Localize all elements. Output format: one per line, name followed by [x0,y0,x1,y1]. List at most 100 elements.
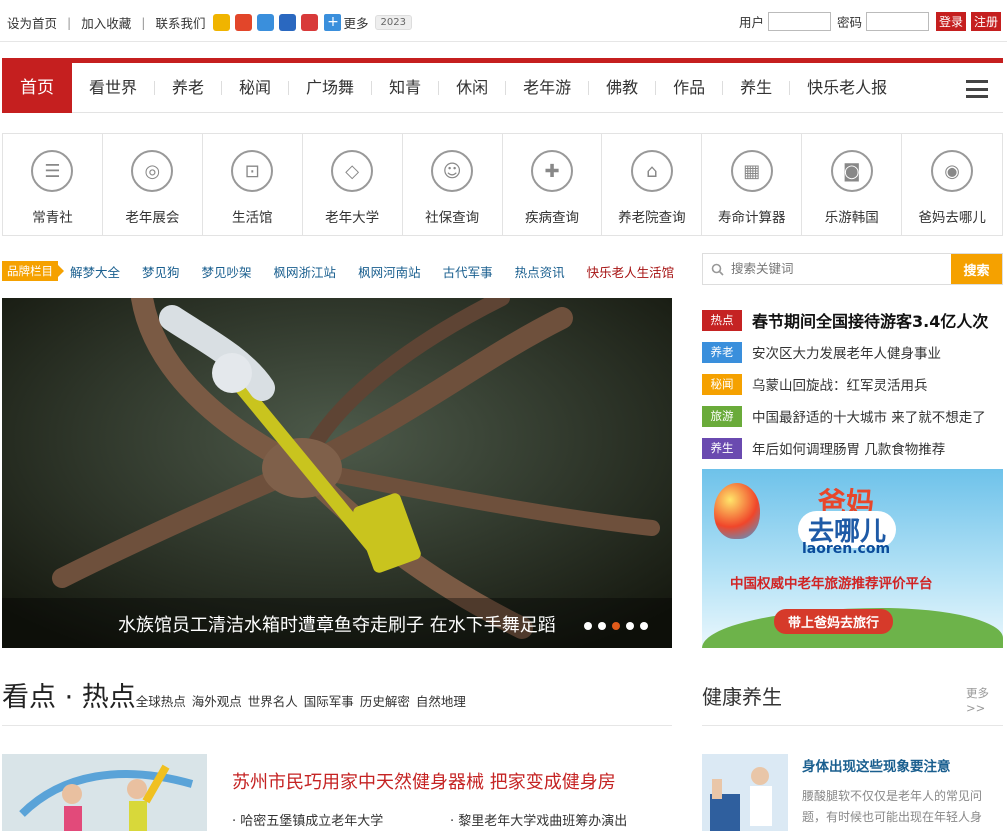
news-item[interactable]: 热点 春节期间全国接待游客3.4亿人次 [702,304,1003,336]
section-link[interactable]: 全球热点 [136,691,186,710]
renren-icon[interactable] [279,14,297,31]
service-cell[interactable]: ▦ 寿命计算器 [702,134,803,235]
service-cell[interactable]: ⌂ 养老院查询 [602,134,703,235]
health-section-title: 健康养生 [702,685,782,709]
brand-link[interactable]: 梦见狗 [142,262,180,281]
search-button[interactable]: 搜索 [951,254,1002,284]
service-label: 疾病查询 [524,210,579,226]
nav-item[interactable]: 休闲 [439,79,507,95]
service-cell[interactable]: ◎ 老年展会 [103,134,203,235]
nav-item[interactable]: 养生 [723,79,791,95]
brand-link[interactable]: 梦见吵架 [202,262,252,281]
login-button[interactable]: 登录 [935,12,966,31]
brand-link[interactable]: 古代军事 [443,262,493,281]
brand-link[interactable]: 枫网河南站 [358,262,421,281]
news-item[interactable]: 养生 年后如何调理肠胃 几款食物推荐 [702,432,1003,464]
ad-cta-button[interactable]: 带上爸妈去旅行 [774,609,894,634]
share-more-button[interactable]: + 更多 [324,13,369,32]
health-thumbnail[interactable] [702,754,788,831]
nav-item[interactable]: 老年游 [506,79,590,95]
nav-item[interactable]: 快乐老人报 [790,79,904,95]
service-cell[interactable]: ◉ 爸妈去哪儿 [902,134,1002,235]
feature-sub-link[interactable]: · 哈密五堡镇成立老年大学 [232,810,383,829]
news-title[interactable]: 安次区大力发展老年人健身事业 [752,342,941,362]
username-input[interactable] [767,12,831,31]
hamburger-menu-icon[interactable] [966,80,988,98]
password-input[interactable] [865,12,929,31]
service-cell[interactable]: ✚ 疾病查询 [503,134,603,235]
section-link[interactable]: 自然地理 [416,691,466,710]
service-label: 养老院查询 [618,210,686,226]
news-tag: 养老 [702,341,742,363]
ad-domain: laoren.com [802,541,891,557]
nav-item[interactable]: 佛教 [589,79,657,95]
slide-dot[interactable] [598,622,606,630]
nav-item[interactable]: 看世界 [72,79,156,95]
brand-link[interactable]: 枫网浙江站 [274,262,337,281]
news-title[interactable]: 年后如何调理肠胃 几款食物推荐 [752,438,945,458]
service-cell[interactable]: ⊡ 生活馆 [203,134,303,235]
camera-icon: ◙ [830,150,873,192]
slide-dot[interactable] [626,622,634,630]
featured-slideshow[interactable]: 水族馆员工清洁水箱时遭章鱼夺走刷子 在水下手舞足蹈 [2,298,672,648]
service-cell[interactable]: ☰ 常青社 [3,134,103,235]
set-homepage-link[interactable]: 设为首页 [7,13,57,32]
bookmark-link[interactable]: 加入收藏 [81,13,131,32]
nav-item[interactable]: 养老 [155,79,223,95]
service-cell[interactable]: ◇ 老年大学 [303,134,403,235]
slide-caption[interactable]: 水族馆员工清洁水箱时遭章鱼夺走刷子 在水下手舞足蹈 [118,611,556,637]
qzone-icon[interactable] [213,14,231,31]
brand-link[interactable]: 解梦大全 [70,262,120,281]
baidu-icon[interactable] [301,14,319,31]
balloon-icon [714,483,760,539]
service-icons-row: ☰ 常青社 ◎ 老年展会 ⊡ 生活馆 ◇ 老年大学 ☺ 社保查询 ✚ 疾病查询 ⌂ 养老院查询… [2,133,1003,236]
nav-item[interactable]: 秘闻 [222,79,290,95]
nav-item[interactable]: 作品 [656,79,724,95]
contact-link[interactable]: 联系我们 [155,13,205,32]
nav-item[interactable]: 广场舞 [289,79,373,95]
register-button[interactable]: 注册 [970,12,1001,31]
news-title[interactable]: 乌蒙山回旋战：红军灵活用兵 [752,374,928,394]
location-icon: ◉ [931,150,974,192]
nav-item[interactable]: 知青 [372,79,440,95]
news-title[interactable]: 中国最舒适的十大城市 来了就不想走了 [752,406,986,426]
hot-news-list: 热点 春节期间全国接待游客3.4亿人次 养老 安次区大力发展老年人健身事业 秘闻 乌蒙… [702,304,1003,464]
news-title[interactable]: 春节期间全国接待游客3.4亿人次 [752,308,988,332]
graduation-cap-icon: ◇ [331,150,374,192]
news-item[interactable]: 旅游 中国最舒适的十大城市 来了就不想走了 [702,400,1003,432]
share-more-label: 更多 [343,16,369,31]
section-link[interactable]: 海外观点 [192,691,242,710]
section-title: 看点 · 热点 [2,682,136,713]
section-link[interactable]: 历史解密 [360,691,410,710]
feature-thumbnail[interactable] [2,754,207,831]
slide-dot[interactable] [584,622,592,630]
search-input[interactable] [731,254,951,284]
service-label: 生活馆 [232,210,273,226]
news-tag: 秘闻 [702,373,742,395]
slide-pagination [584,622,648,630]
feature-headline[interactable]: 苏州市民巧用家中天然健身器械 把家变成健身房 [232,768,616,794]
weibo-icon[interactable] [235,14,253,31]
service-label: 常青社 [32,210,73,226]
news-item[interactable]: 秘闻 乌蒙山回旋战：红军灵活用兵 [702,368,1003,400]
brand-link[interactable]: 快乐老人生活馆 [587,262,675,281]
health-item-title[interactable]: 身体出现这些现象要注意 [802,755,951,775]
feature-sub-link[interactable]: · 黎里老年大学戏曲班筹办演出 [450,810,627,829]
tencent-weibo-icon[interactable] [257,14,275,31]
brand-link[interactable]: 热点资讯 [515,262,565,281]
health-more-link[interactable]: 更多>> [966,685,1007,715]
section-link[interactable]: 世界名人 [248,691,298,710]
divider [2,725,672,726]
cart-icon: ⊡ [231,150,274,192]
social-icons [213,14,319,31]
service-cell[interactable]: ☺ 社保查询 [403,134,503,235]
travel-ad-banner[interactable]: 爸妈 去哪儿 laoren.com 中国权威中老年旅游推荐评价平台 带上爸妈去旅… [702,469,1003,648]
service-cell[interactable]: ◙ 乐游韩国 [802,134,903,235]
section-link[interactable]: 国际军事 [304,691,354,710]
news-item[interactable]: 养老 安次区大力发展老年人健身事业 [702,336,1003,368]
slide-dot-active[interactable] [612,622,620,630]
nav-home[interactable]: 首页 [2,62,72,113]
slide-image [2,298,672,648]
slide-dot[interactable] [640,622,648,630]
login-form: 用户 密码 登录 注册 [739,12,1001,31]
